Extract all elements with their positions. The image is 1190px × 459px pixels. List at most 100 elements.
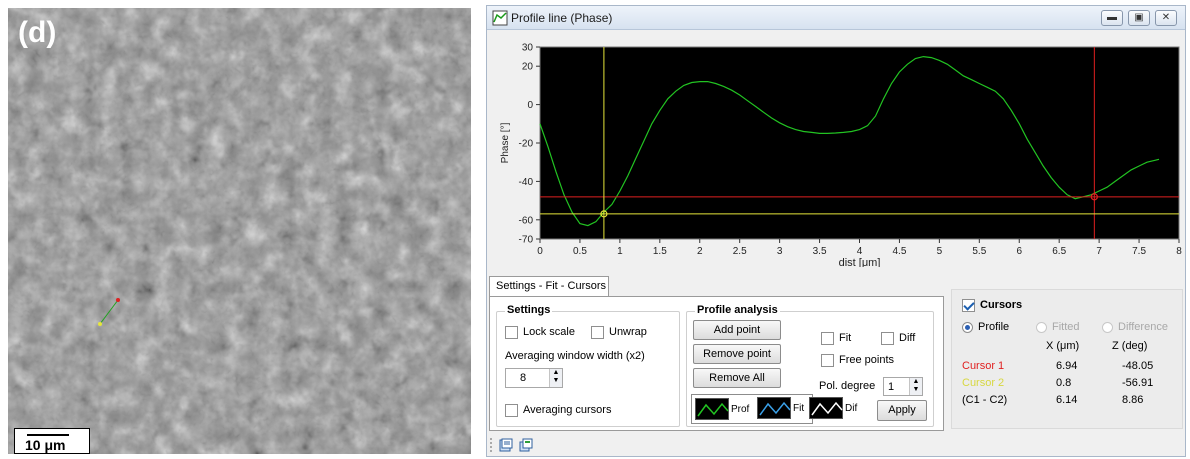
y-tick-label: -70 xyxy=(519,235,534,246)
pol-degree-stepper[interactable]: 1 ▲ ▼ xyxy=(883,377,923,396)
x-tick-label: 3 xyxy=(777,246,783,257)
x-tick-label: 8 xyxy=(1176,246,1182,257)
stepper-arrows-icon[interactable]: ▲ ▼ xyxy=(909,378,922,395)
minimize-icon: ▬ xyxy=(1107,12,1117,23)
free-points-label: Free points xyxy=(839,354,895,366)
profile-chart-svg[interactable]: 0 0.5 1 1.5 2 2.5 3 3.5 4 4.5 5 5.5 6 6.5 7 7.5 8 30 20 0 -2… xyxy=(488,31,1185,270)
title-bar[interactable]: Profile line (Phase) ▬ ▣ ✕ xyxy=(487,6,1185,30)
bottom-toolbar xyxy=(487,434,1185,456)
restore-icon: ▣ xyxy=(1134,12,1144,23)
minimize-button[interactable]: ▬ xyxy=(1101,10,1123,26)
x-tick-label: 7 xyxy=(1096,246,1102,257)
difference-radio-label: Difference xyxy=(1118,321,1168,333)
settings-group-title: Settings xyxy=(505,304,553,316)
fit-label: Fit xyxy=(839,332,852,344)
y-tick-label: 30 xyxy=(522,43,534,54)
diff-label: Diff xyxy=(899,332,916,344)
fit-legend-swatch[interactable] xyxy=(757,397,791,419)
y-axis-label: Phase [°] xyxy=(500,122,511,163)
y-tick-label: -40 xyxy=(519,177,534,188)
profile-line-icon xyxy=(492,10,508,26)
y-tick-label: 0 xyxy=(527,100,533,111)
averaging-window-stepper[interactable]: 8 ▲ ▼ xyxy=(505,368,563,388)
y-tick-label: -60 xyxy=(519,215,534,226)
cursor-row-z: -56.91 xyxy=(1122,377,1154,389)
x-tick-label: 0.5 xyxy=(573,246,587,257)
unwrap-checkbox[interactable] xyxy=(591,326,604,339)
fit-checkbox[interactable] xyxy=(821,332,834,345)
fit-wave-icon xyxy=(759,401,791,416)
add-point-button[interactable]: Add point xyxy=(693,320,781,340)
x-tick-label: 7.5 xyxy=(1132,246,1146,257)
scale-bar-line xyxy=(27,434,69,436)
cursor-row-label: Cursor 1 xyxy=(962,360,1005,372)
y-tick-label: -20 xyxy=(519,139,534,150)
lock-scale-checkbox[interactable] xyxy=(505,326,518,339)
x-tick-label: 2.5 xyxy=(733,246,747,257)
stepper-arrows-icon[interactable]: ▲ ▼ xyxy=(549,369,562,387)
tab-settings-fit-cursors[interactable]: Settings - Fit - Cursors xyxy=(489,276,609,297)
x-tick-label: 5.5 xyxy=(972,246,986,257)
close-button[interactable]: ✕ xyxy=(1155,10,1177,26)
diff-legend-swatch[interactable] xyxy=(809,397,843,419)
legend-dif-label: Dif xyxy=(845,403,858,414)
z-column-header: Z (deg) xyxy=(1112,340,1148,352)
panel-label: (d) xyxy=(18,16,57,49)
export-data-icon[interactable] xyxy=(499,438,513,452)
profile-analysis-group: Profile analysis Add point Remove point … xyxy=(686,304,934,427)
legend-prof-label: Prof xyxy=(731,404,750,415)
free-points-checkbox[interactable] xyxy=(821,354,834,367)
profile-radio[interactable] xyxy=(962,322,973,333)
cursor-row-x: 6.94 xyxy=(1056,360,1078,372)
x-tick-label: 6.5 xyxy=(1052,246,1066,257)
diff-checkbox[interactable] xyxy=(881,332,894,345)
difference-radio[interactable] xyxy=(1102,322,1113,333)
profile-radio-label: Profile xyxy=(978,321,1010,333)
apply-button[interactable]: Apply xyxy=(877,400,927,421)
cursors-title: Cursors xyxy=(980,299,1023,311)
averaging-window-label: Averaging window width (x2) xyxy=(505,350,645,362)
micrograph-texture xyxy=(8,8,471,454)
cursor-row-x: 0.8 xyxy=(1056,377,1072,389)
settings-group: Settings Lock scale Unwrap Averaging win… xyxy=(496,304,680,427)
fitted-radio[interactable] xyxy=(1036,322,1047,333)
plot-background xyxy=(539,46,1180,240)
restore-button[interactable]: ▣ xyxy=(1128,10,1150,26)
lock-scale-label: Lock scale xyxy=(523,326,575,338)
x-axis-label: dist [μm] xyxy=(839,257,881,267)
x-tick-label: 2 xyxy=(697,246,703,257)
cursor-row-label: (C1 - C2) xyxy=(962,394,1008,406)
cursor-row-z: -48.05 xyxy=(1122,360,1154,372)
x-tick-label: 0 xyxy=(537,246,543,257)
remove-point-button[interactable]: Remove point xyxy=(693,344,781,364)
averaging-window-value: 8 xyxy=(520,372,527,384)
averaging-cursors-checkbox[interactable] xyxy=(505,404,518,417)
x-tick-label: 4.5 xyxy=(892,246,906,257)
x-tick-label: 5 xyxy=(937,246,943,257)
diff-wave-icon xyxy=(811,401,843,416)
cursors-group: Cursors Profile Fitted Difference X (μm)… xyxy=(951,289,1183,429)
copy-data-icon[interactable] xyxy=(519,438,533,452)
pol-degree-label: Pol. degree xyxy=(819,380,876,392)
cursor-row-x: 6.14 xyxy=(1056,394,1078,406)
x-tick-label: 3.5 xyxy=(813,246,827,257)
remove-all-button[interactable]: Remove All xyxy=(693,368,781,388)
x-tick-label: 6 xyxy=(1016,246,1022,257)
x-tick-label: 1 xyxy=(617,246,623,257)
legend-fit-label: Fit xyxy=(793,403,805,414)
scale-bar-label: 10 μm xyxy=(25,437,66,453)
profile-window: Profile line (Phase) ▬ ▣ ✕ 0 0.5 1 1.5 2 2.5 3… xyxy=(486,5,1186,457)
fitted-radio-label: Fitted xyxy=(1052,321,1080,333)
close-icon: ✕ xyxy=(1161,12,1171,23)
x-column-header: X (μm) xyxy=(1046,340,1080,352)
y-tick-label: 20 xyxy=(522,62,534,73)
scale-bar: 10 μm xyxy=(14,428,90,454)
settings-tab-panel: Settings Lock scale Unwrap Averaging win… xyxy=(489,296,944,431)
unwrap-label: Unwrap xyxy=(609,326,647,338)
toolbar-grip xyxy=(490,438,492,452)
pol-degree-value: 1 xyxy=(888,381,895,393)
cursors-checkbox[interactable] xyxy=(962,299,975,312)
profile-legend-swatch[interactable] xyxy=(695,398,729,420)
profile-wave-icon xyxy=(697,402,729,417)
profile-chart[interactable]: 0 0.5 1 1.5 2 2.5 3 3.5 4 4.5 5 5.5 6 6.5 7 7.5 8 30 20 0 -2… xyxy=(488,31,1185,270)
